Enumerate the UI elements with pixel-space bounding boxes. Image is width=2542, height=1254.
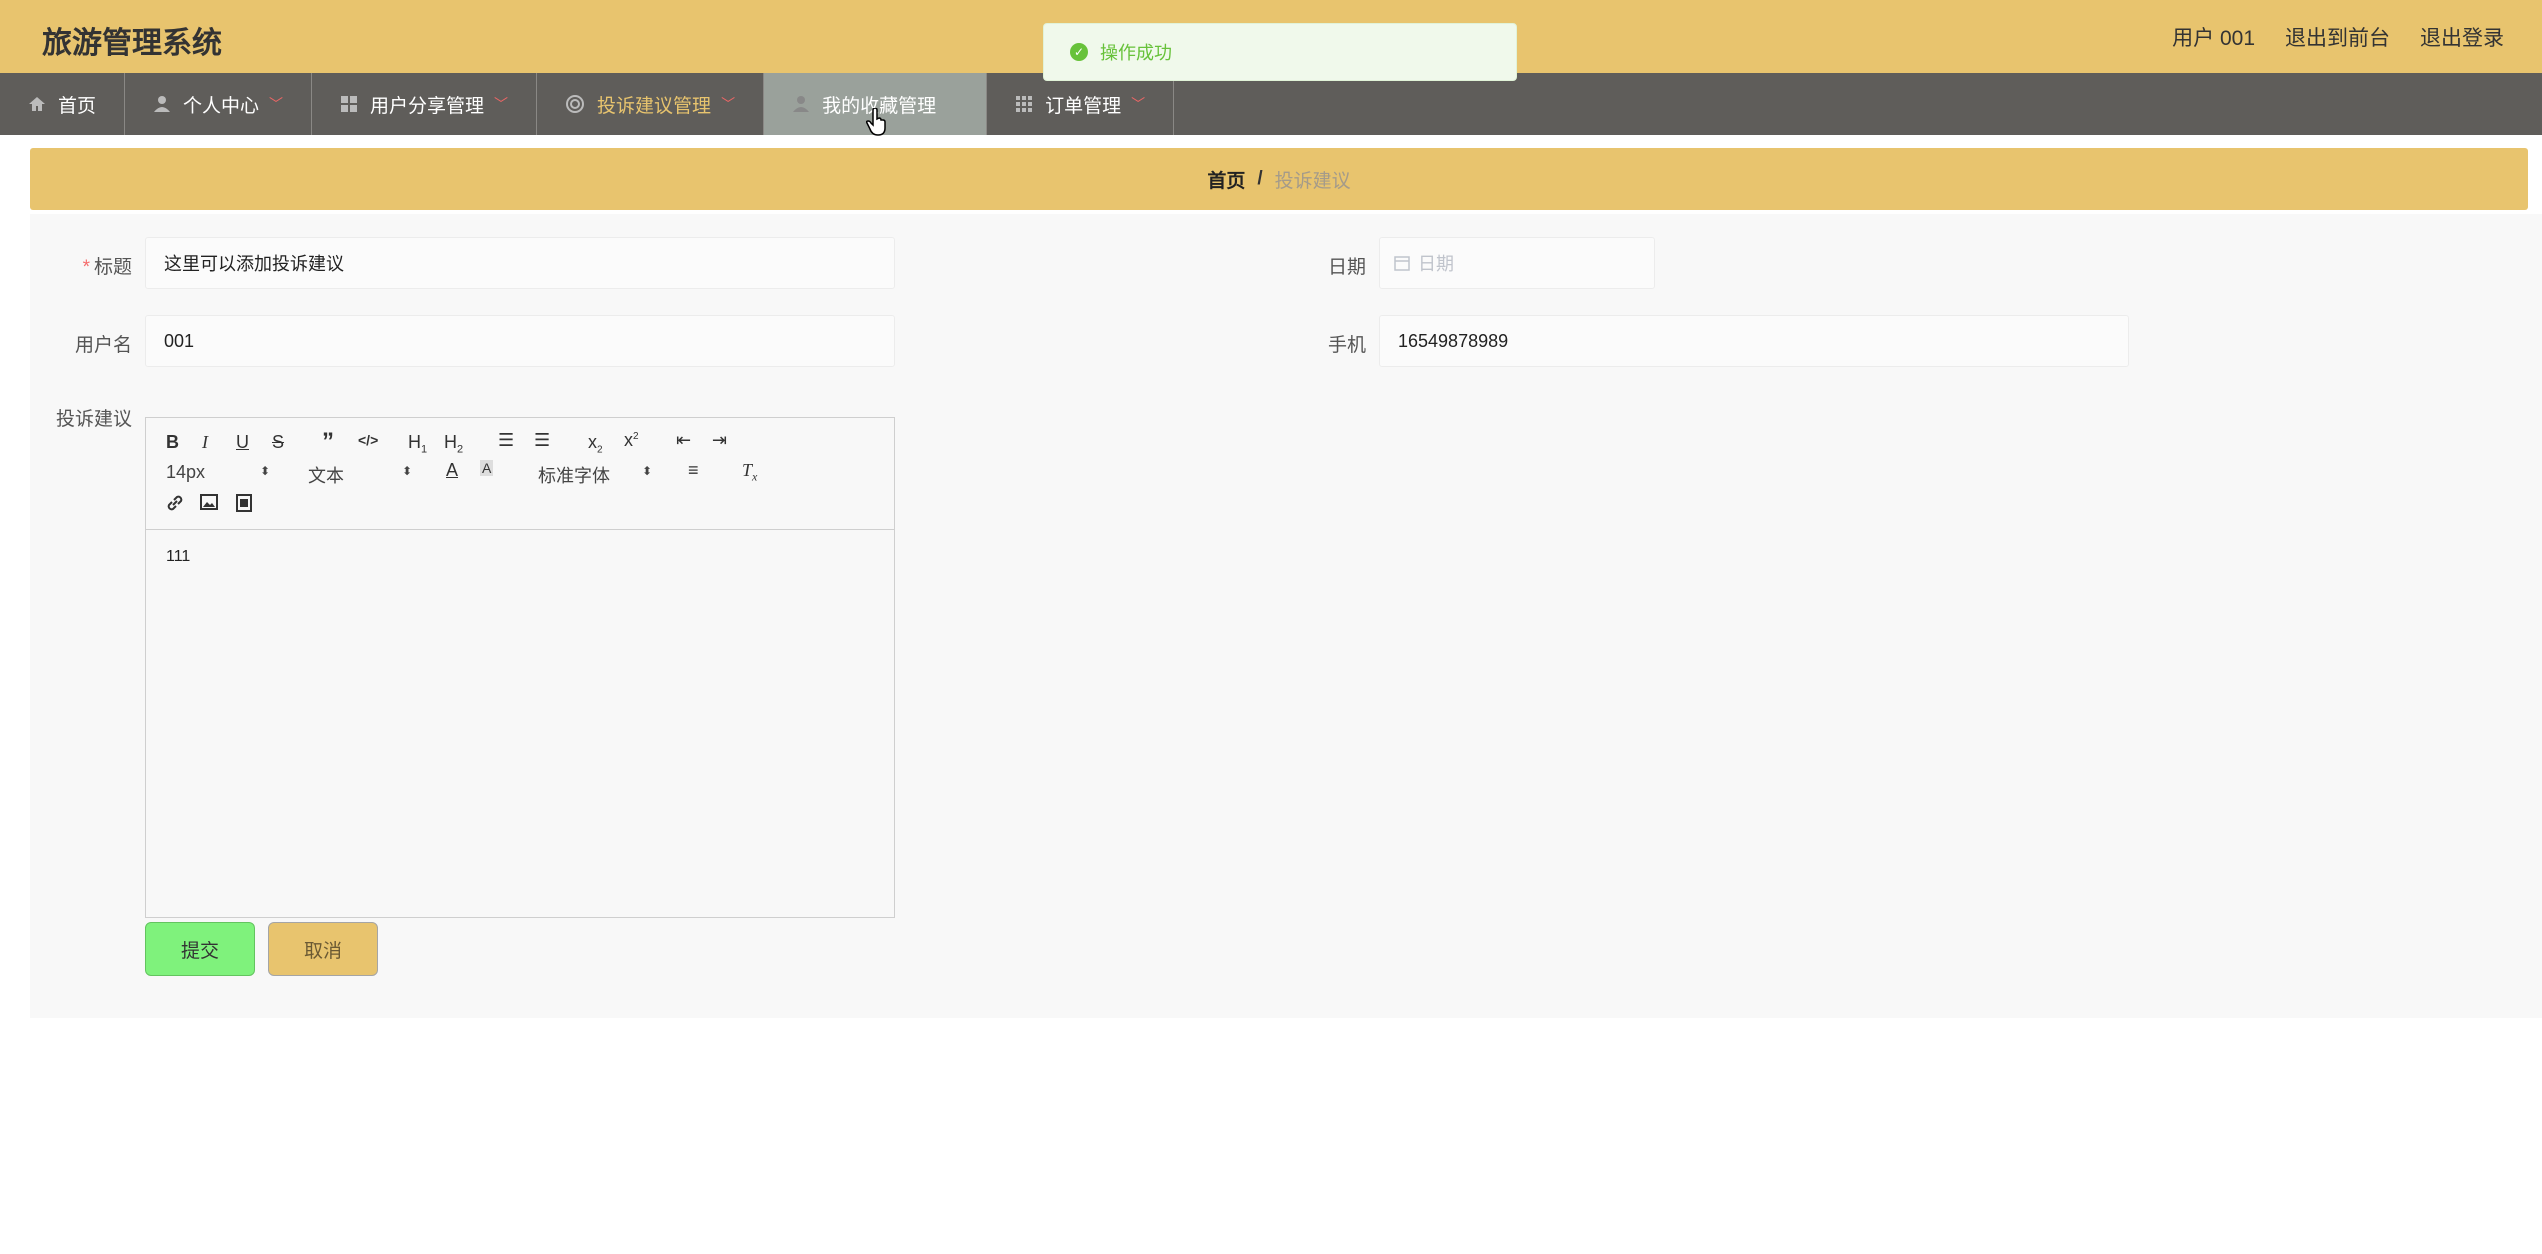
ordered-list-icon[interactable]: ☰ <box>498 430 514 451</box>
date-label: 日期 <box>1327 257 1366 278</box>
username-input[interactable]: 001 <box>145 315 895 367</box>
nav-item-complaint[interactable]: 投诉建议管理 ﹀ <box>537 73 765 135</box>
nav-label: 个人中心 <box>183 95 260 117</box>
chevron-down-icon: ﹀ <box>1131 96 1146 112</box>
link-icon[interactable] <box>166 494 184 517</box>
date-placeholder: 日期 <box>1418 254 1454 274</box>
hand-cursor-icon <box>865 107 888 141</box>
nav-label: 首页 <box>58 95 97 117</box>
app-title: 旅游管理系统 <box>42 27 222 60</box>
subscript-icon[interactable]: x2 <box>588 432 603 456</box>
title-label: * 标题 <box>82 257 132 278</box>
submit-button[interactable]: 提交 <box>145 922 255 976</box>
chevron-down-icon: ﹀ <box>721 96 736 112</box>
nav-label: 用户分享管理 <box>370 95 485 117</box>
grid-icon <box>1015 95 1033 113</box>
bold-icon[interactable]: B <box>166 432 179 453</box>
user-icon <box>153 95 171 113</box>
editor-content[interactable]: 111 <box>146 530 894 584</box>
font-size-select[interactable]: 14px ⬍ <box>166 462 276 483</box>
indent-icon[interactable]: ⇥ <box>712 430 727 451</box>
italic-icon[interactable]: I <box>202 432 208 453</box>
user-icon <box>792 95 810 113</box>
cancel-button[interactable]: 取消 <box>268 922 378 976</box>
calendar-icon <box>1394 255 1410 271</box>
font-color-icon[interactable]: A <box>446 460 458 481</box>
home-icon <box>28 96 46 112</box>
font-family-select[interactable]: 标准字体 ⬍ <box>538 462 658 488</box>
nav-label: 投诉建议管理 <box>597 95 712 117</box>
date-picker[interactable]: 日期 <box>1379 237 1655 289</box>
username-label: 用户名 <box>74 335 132 356</box>
chevron-down-icon: ﹀ <box>494 96 509 112</box>
select-arrows-icon: ⬍ <box>642 464 653 478</box>
background-color-icon[interactable]: A <box>480 460 494 476</box>
complaint-label: 投诉建议 <box>55 409 132 430</box>
front-link[interactable]: 退出到前台 <box>2285 22 2390 52</box>
nav-item-home[interactable]: 首页 <box>0 73 126 135</box>
breadcrumb: 首页 / 投诉建议 <box>30 148 2528 210</box>
breadcrumb-current: 投诉建议 <box>1274 170 1351 192</box>
align-icon[interactable]: ≡ <box>688 460 699 481</box>
blockquote-icon[interactable]: ” <box>322 428 334 456</box>
superscript-icon[interactable]: x2 <box>624 430 639 451</box>
check-circle-icon: ✓ <box>1070 43 1088 61</box>
heading1-icon[interactable]: H1 <box>408 432 427 456</box>
rich-text-editor: B I U S ” </> H1 H2 ☰ ☰ x2 x2 ⇤ ⇥ 14px ⬍ … <box>145 417 895 918</box>
complaint-icon <box>565 94 585 114</box>
heading2-icon[interactable]: H2 <box>444 432 463 456</box>
breadcrumb-home[interactable]: 首页 <box>1207 166 1245 193</box>
user-label: 用户 001 <box>2172 27 2255 50</box>
success-toast: ✓ 操作成功 <box>1043 23 1517 81</box>
code-block-icon[interactable]: </> <box>358 432 378 448</box>
select-arrows-icon: ⬍ <box>260 464 271 478</box>
select-arrows-icon: ⬍ <box>402 464 413 478</box>
nav-item-orders[interactable]: 订单管理 ﹀ <box>987 73 1175 135</box>
nav-label: 订单管理 <box>1045 95 1122 117</box>
image-icon[interactable] <box>200 494 218 515</box>
logout-link[interactable]: 退出登录 <box>2420 22 2504 52</box>
toast-message: 操作成功 <box>1100 43 1172 63</box>
underline-icon[interactable]: U <box>236 432 249 453</box>
video-icon[interactable] <box>236 494 252 517</box>
nav-item-share[interactable]: 用户分享管理 ﹀ <box>312 73 538 135</box>
phone-input[interactable]: 16549878989 <box>1379 315 2129 367</box>
clear-format-icon[interactable]: Tx <box>742 460 757 485</box>
strike-icon[interactable]: S <box>272 432 284 453</box>
grid-icon <box>340 95 358 113</box>
header-links: 用户 001 退出到前台 退出登录 <box>2172 22 2504 52</box>
breadcrumb-separator: / <box>1257 168 1263 189</box>
header-select[interactable]: 文本 ⬍ <box>308 462 418 488</box>
phone-label: 手机 <box>1327 335 1366 356</box>
outdent-icon[interactable]: ⇤ <box>676 430 691 451</box>
main-nav: 首页 个人中心 ﹀ 用户分享管理 ﹀ 投诉建议管理 ﹀ 我的收藏管理 订单管理 … <box>0 73 2542 135</box>
chevron-down-icon: ﹀ <box>269 96 284 112</box>
editor-toolbar: B I U S ” </> H1 H2 ☰ ☰ x2 x2 ⇤ ⇥ 14px ⬍ … <box>146 418 894 530</box>
title-input[interactable]: 这里可以添加投诉建议 <box>145 237 895 289</box>
bullet-list-icon[interactable]: ☰ <box>534 430 550 451</box>
nav-item-profile[interactable]: 个人中心 ﹀ <box>125 73 313 135</box>
